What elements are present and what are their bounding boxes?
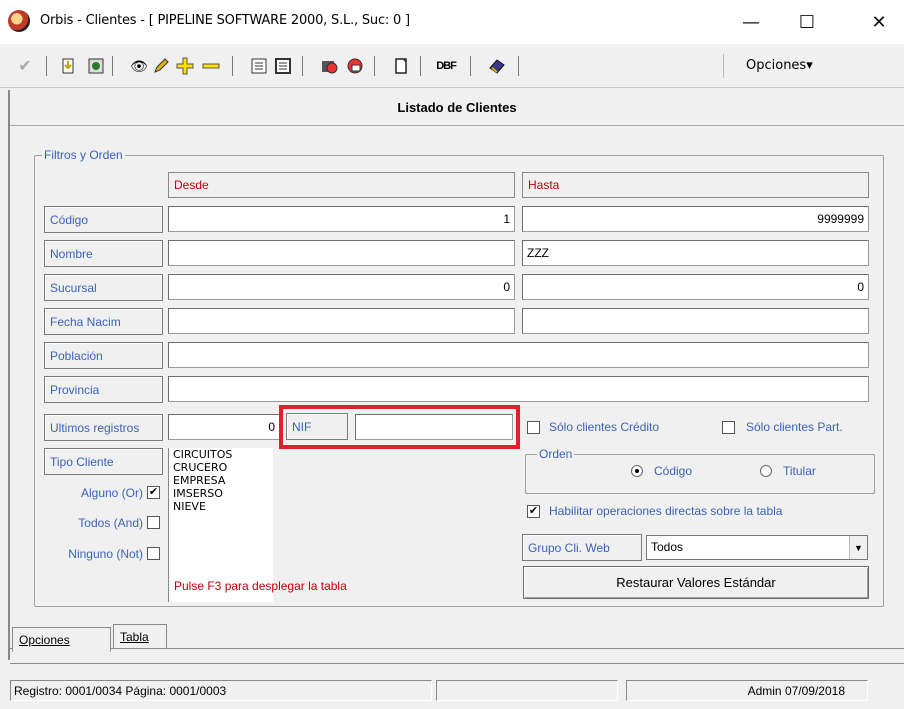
orden-codigo-radio[interactable]	[631, 465, 643, 477]
ultimos-registros-label: Ultimos registros	[44, 414, 163, 441]
alguno-label: Alguno (Or)	[80, 486, 143, 500]
grupo-web-select[interactable]: Todos ▼	[646, 535, 868, 560]
minimize-button[interactable]: —	[728, 0, 774, 44]
toolbar-separator	[518, 56, 519, 76]
list-item[interactable]: EMPRESA	[169, 474, 273, 487]
nombre-desde-field[interactable]	[168, 240, 515, 266]
detail-icon[interactable]	[272, 55, 294, 77]
orden-codigo-label: Código	[654, 464, 693, 478]
fecha-nacim-label: Fecha Nacim	[44, 308, 163, 335]
filters-group-label: Filtros y Orden	[42, 148, 125, 162]
add-plus-icon[interactable]	[174, 55, 196, 77]
sucursal-desde-field[interactable]: 0	[168, 274, 515, 300]
poblacion-field[interactable]	[168, 342, 869, 368]
hint-text: Pulse F3 para desplegar la tabla	[174, 579, 347, 593]
ninguno-label: Ninguno (Not)	[68, 547, 143, 561]
status-registro: Registro: 0001/0034 Página: 0001/0003	[10, 680, 432, 701]
column-header-hasta: Hasta	[522, 172, 869, 198]
edit-pencil-icon[interactable]	[150, 55, 172, 77]
alguno-checkbox[interactable]: ✔	[147, 486, 160, 499]
list-item[interactable]: NIEVE	[169, 500, 273, 513]
sucursal-hasta-field[interactable]: 0	[522, 274, 869, 300]
nombre-label: Nombre	[44, 240, 163, 267]
status-empty	[436, 680, 618, 701]
list-item[interactable]: CIRCUITOS	[169, 448, 273, 461]
list-header: Listado de Clientes	[10, 90, 904, 126]
print-icon[interactable]	[344, 55, 366, 77]
codigo-hasta-field[interactable]: 9999999	[522, 206, 869, 232]
orden-titular-radio[interactable]	[760, 465, 772, 477]
list-item[interactable]: CRUCERO	[169, 461, 273, 474]
provincia-label: Provincia	[44, 376, 163, 403]
codigo-label: Código	[44, 206, 163, 233]
opciones-menu[interactable]: Opciones▾	[746, 58, 813, 73]
toolbar-separator	[723, 54, 724, 78]
nombre-hasta-field[interactable]: ZZZ	[522, 240, 869, 266]
solo-part-label: Sólo clientes Part.	[746, 420, 843, 434]
window-title: Orbis - Clientes - [ PIPELINE SOFTWARE 2…	[40, 13, 410, 28]
column-header-desde: Desde	[168, 172, 515, 198]
orden-titular-label: Titular	[783, 464, 816, 478]
maximize-button[interactable]: ☐	[784, 0, 830, 44]
habilitar-label: Habilitar operaciones directas sobre la …	[549, 504, 783, 518]
grupo-web-value: Todos	[651, 540, 684, 554]
toolbar-separator	[112, 56, 113, 76]
todos-label: Todos (And)	[78, 516, 143, 530]
list-icon[interactable]	[248, 55, 270, 77]
orbis-app-icon	[8, 10, 30, 32]
delete-minus-icon[interactable]	[200, 55, 222, 77]
tab-tabla[interactable]: Tabla	[113, 624, 167, 648]
chevron-down-icon[interactable]: ▼	[849, 536, 867, 559]
toolbar: ✔ 👁 DBF Opciones▾	[0, 44, 904, 88]
tab-baseline	[10, 648, 904, 649]
ultimos-registros-field[interactable]: 0	[168, 414, 280, 440]
dbf-export-icon[interactable]: DBF	[432, 55, 460, 77]
toolbar-separator	[46, 56, 47, 76]
solo-part-checkbox[interactable]	[722, 421, 735, 434]
habilitar-checkbox[interactable]: ✔	[527, 505, 540, 518]
export-icon[interactable]	[85, 55, 107, 77]
status-divider	[10, 663, 904, 664]
close-button[interactable]: ✕	[856, 0, 902, 44]
tab-opciones[interactable]: Opciones	[12, 627, 111, 652]
print-preview-icon[interactable]	[318, 55, 340, 77]
toolbar-separator	[374, 56, 375, 76]
status-user-date: Admin 07/09/2018	[626, 680, 868, 701]
fecha-nacim-desde-field[interactable]	[168, 308, 515, 334]
nif-highlight-box	[279, 405, 520, 449]
solo-credito-label: Sólo clientes Crédito	[549, 420, 660, 434]
provincia-field[interactable]	[168, 376, 869, 402]
todos-checkbox[interactable]	[147, 516, 160, 529]
toolbar-separator	[302, 56, 303, 76]
toolbar-separator	[470, 56, 471, 76]
restaurar-button[interactable]: Restaurar Valores Estándar	[523, 566, 869, 599]
orden-group	[525, 454, 875, 494]
orden-group-label: Orden	[537, 447, 575, 461]
solo-credito-checkbox[interactable]	[527, 421, 540, 434]
help-book-icon[interactable]	[486, 55, 508, 77]
import-icon[interactable]	[58, 55, 80, 77]
copy-document-icon[interactable]	[390, 55, 412, 77]
sucursal-label: Sucursal	[44, 274, 163, 301]
list-item[interactable]: IMSERSO	[169, 487, 273, 500]
fecha-nacim-hasta-field[interactable]	[522, 308, 869, 334]
title-bar: Orbis - Clientes - [ PIPELINE SOFTWARE 2…	[0, 0, 904, 44]
ninguno-checkbox[interactable]	[147, 547, 160, 560]
tipo-cliente-label: Tipo Cliente	[44, 448, 163, 475]
poblacion-label: Población	[44, 342, 163, 369]
codigo-desde-field[interactable]: 1	[168, 206, 515, 232]
accept-check-icon[interactable]: ✔	[14, 55, 36, 77]
view-eye-icon[interactable]: 👁	[128, 55, 150, 77]
page-title: Listado de Clientes	[397, 100, 517, 115]
toolbar-separator	[420, 56, 421, 76]
toolbar-separator	[232, 56, 233, 76]
grupo-web-label: Grupo Cli. Web	[522, 534, 642, 561]
